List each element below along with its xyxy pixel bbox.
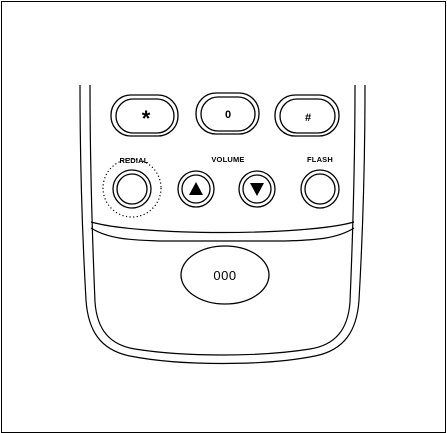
redial-label: REDIAL: [119, 156, 148, 165]
speaker-grille: 000: [180, 245, 270, 305]
volume-up-button[interactable]: [177, 170, 215, 208]
redial-button[interactable]: [102, 158, 162, 218]
volume-label: VOLUME: [211, 155, 244, 164]
diagram-border: [1, 1, 446, 433]
hash-key-label: #: [305, 112, 311, 124]
zero-key-button[interactable]: 0: [195, 92, 260, 135]
volume-down-button[interactable]: [238, 170, 276, 208]
star-key-button[interactable]: *: [110, 94, 179, 137]
panel-divider-lower: [90, 227, 355, 242]
handset-outline-bottom-inner: [134, 348, 311, 356]
speaker-label: 000: [213, 268, 236, 283]
handset-outline-bottom-outer: [129, 355, 316, 365]
zero-key-label: 0: [225, 109, 231, 121]
hash-key-button[interactable]: #: [274, 94, 340, 137]
panel-divider-upper: [90, 221, 355, 234]
flash-button[interactable]: [300, 169, 340, 209]
star-key-label: *: [142, 106, 151, 131]
flash-label: FLASH: [307, 155, 333, 164]
phone-handset-diagram: * 0 # REDIAL VOLUME FLASH 000: [1, 1, 446, 433]
